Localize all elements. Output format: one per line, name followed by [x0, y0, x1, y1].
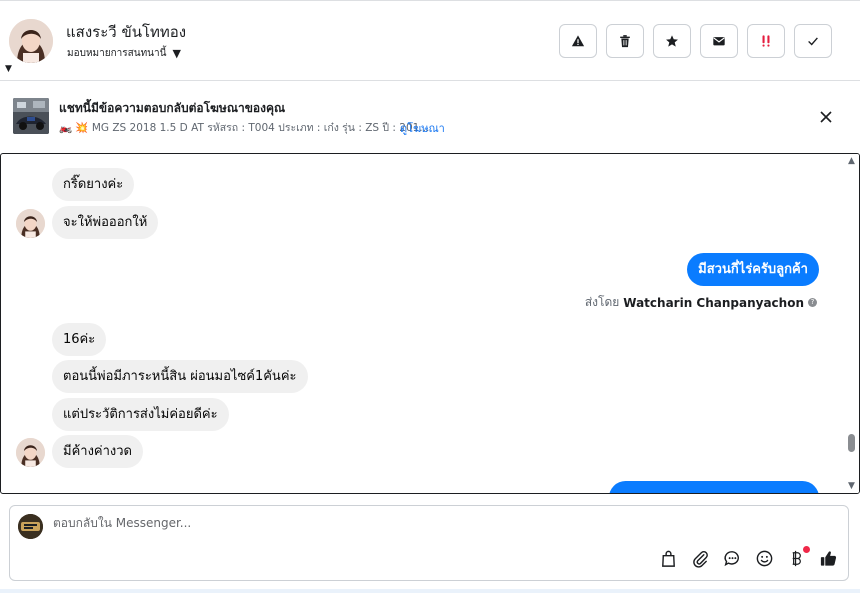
mark-done-button[interactable] [794, 24, 832, 58]
paperclip-icon[interactable] [691, 549, 710, 568]
double-exclamation-icon [762, 35, 770, 47]
collapse-caret-icon[interactable]: ▼ [5, 64, 12, 74]
avatar-image [9, 19, 53, 63]
ad-reply-subtitle: 🏍️ 💥 MG ZS 2018 1.5 D AT รหัสรถ : T004 ป… [59, 122, 430, 134]
message-bubble-incoming[interactable]: มีค้างค่างวด [52, 435, 143, 468]
info-icon[interactable]: ? [808, 298, 817, 307]
ad-reply-banner: แชทนี้มีข้อความตอบกลับต่อโฆษณาของคุณ 🏍️ … [0, 81, 860, 153]
caret-down-icon: ▼ [172, 47, 181, 60]
bag-icon[interactable] [659, 549, 678, 568]
close-icon[interactable] [818, 109, 834, 125]
check-icon [808, 37, 818, 46]
scroll-thumb[interactable] [848, 434, 855, 452]
message-bubble-incoming[interactable]: ตอนนี้พ่อมีภาระหนี้สิน ผ่อนมอไซค์1คันค่ะ [52, 360, 308, 393]
reply-composer [9, 505, 849, 581]
page-avatar [18, 514, 43, 539]
message-bubble-outgoing-partial[interactable] [609, 481, 819, 493]
scrollbar[interactable]: ▲ ▼ [844, 154, 859, 493]
assign-conversation-dropdown[interactable]: มอบหมายการสนทนานี้ ▼ [67, 46, 181, 61]
avatar-image [16, 209, 45, 238]
trash-icon [620, 35, 630, 48]
message-bubble-incoming[interactable]: จะให้พ่อออกให้ [52, 206, 159, 239]
reply-input[interactable] [53, 516, 653, 530]
bottom-edge [0, 589, 860, 593]
conversation-header: ▼ แสงระวี ขันโททอง มอบหมายการสนทนานี้ ▼ [0, 0, 860, 81]
contact-name[interactable]: แสงระวี ขันโททอง [66, 20, 186, 44]
follow-up-button[interactable] [747, 24, 785, 58]
notification-dot [803, 546, 810, 553]
page-avatar-image [18, 514, 43, 539]
message-bubble-incoming[interactable]: 16ค่ะ [52, 323, 107, 356]
message-bubble-outgoing[interactable]: มีสวนกี่ไร่ครับลูกค้า [687, 253, 819, 286]
message-bubble-incoming[interactable]: แต่ประวัติการส่งไม่ค่อยดีค่ะ [52, 398, 229, 431]
smiley-icon[interactable] [755, 549, 774, 568]
chat-bubble-icon[interactable] [723, 549, 742, 568]
baht-icon[interactable] [787, 546, 810, 568]
composer-toolbar [659, 546, 838, 568]
sent-by-label: ส่งโดย Watcharin Chanpanyachon ? [585, 293, 817, 312]
mark-unread-button[interactable] [700, 24, 738, 58]
view-ad-link[interactable]: ดูโฆษณา [400, 119, 445, 137]
report-button[interactable] [559, 24, 597, 58]
avatar-image [16, 438, 45, 467]
ad-reply-title: แชทนี้มีข้อความตอบกลับต่อโฆษณาของคุณ [59, 101, 286, 115]
contact-avatar[interactable] [9, 19, 53, 63]
scroll-up-arrow-icon[interactable]: ▲ [847, 156, 856, 166]
star-button[interactable] [653, 24, 691, 58]
message-bubble-incoming[interactable]: กริ๊ดยางค่ะ [52, 168, 135, 201]
ad-thumbnail[interactable] [13, 98, 49, 134]
message-thread[interactable]: กริ๊ดยางค่ะ จะให้พ่อออกให้ มีสวนกี่ไร่คร… [0, 153, 860, 494]
sent-by-name[interactable]: Watcharin Chanpanyachon [623, 296, 804, 310]
thumbs-up-icon[interactable] [819, 549, 838, 568]
ad-thumbnail-image [13, 98, 49, 134]
delete-button[interactable] [606, 24, 644, 58]
contact-avatar-small [16, 209, 45, 238]
scroll-down-arrow-icon[interactable]: ▼ [847, 481, 856, 491]
contact-avatar-small [16, 438, 45, 467]
assign-label: มอบหมายการสนทนานี้ [67, 48, 167, 59]
warning-icon [571, 35, 585, 47]
header-actions [559, 24, 832, 58]
star-icon [666, 35, 678, 47]
sent-by-prefix: ส่งโดย [584, 295, 620, 309]
envelope-icon [713, 37, 725, 46]
